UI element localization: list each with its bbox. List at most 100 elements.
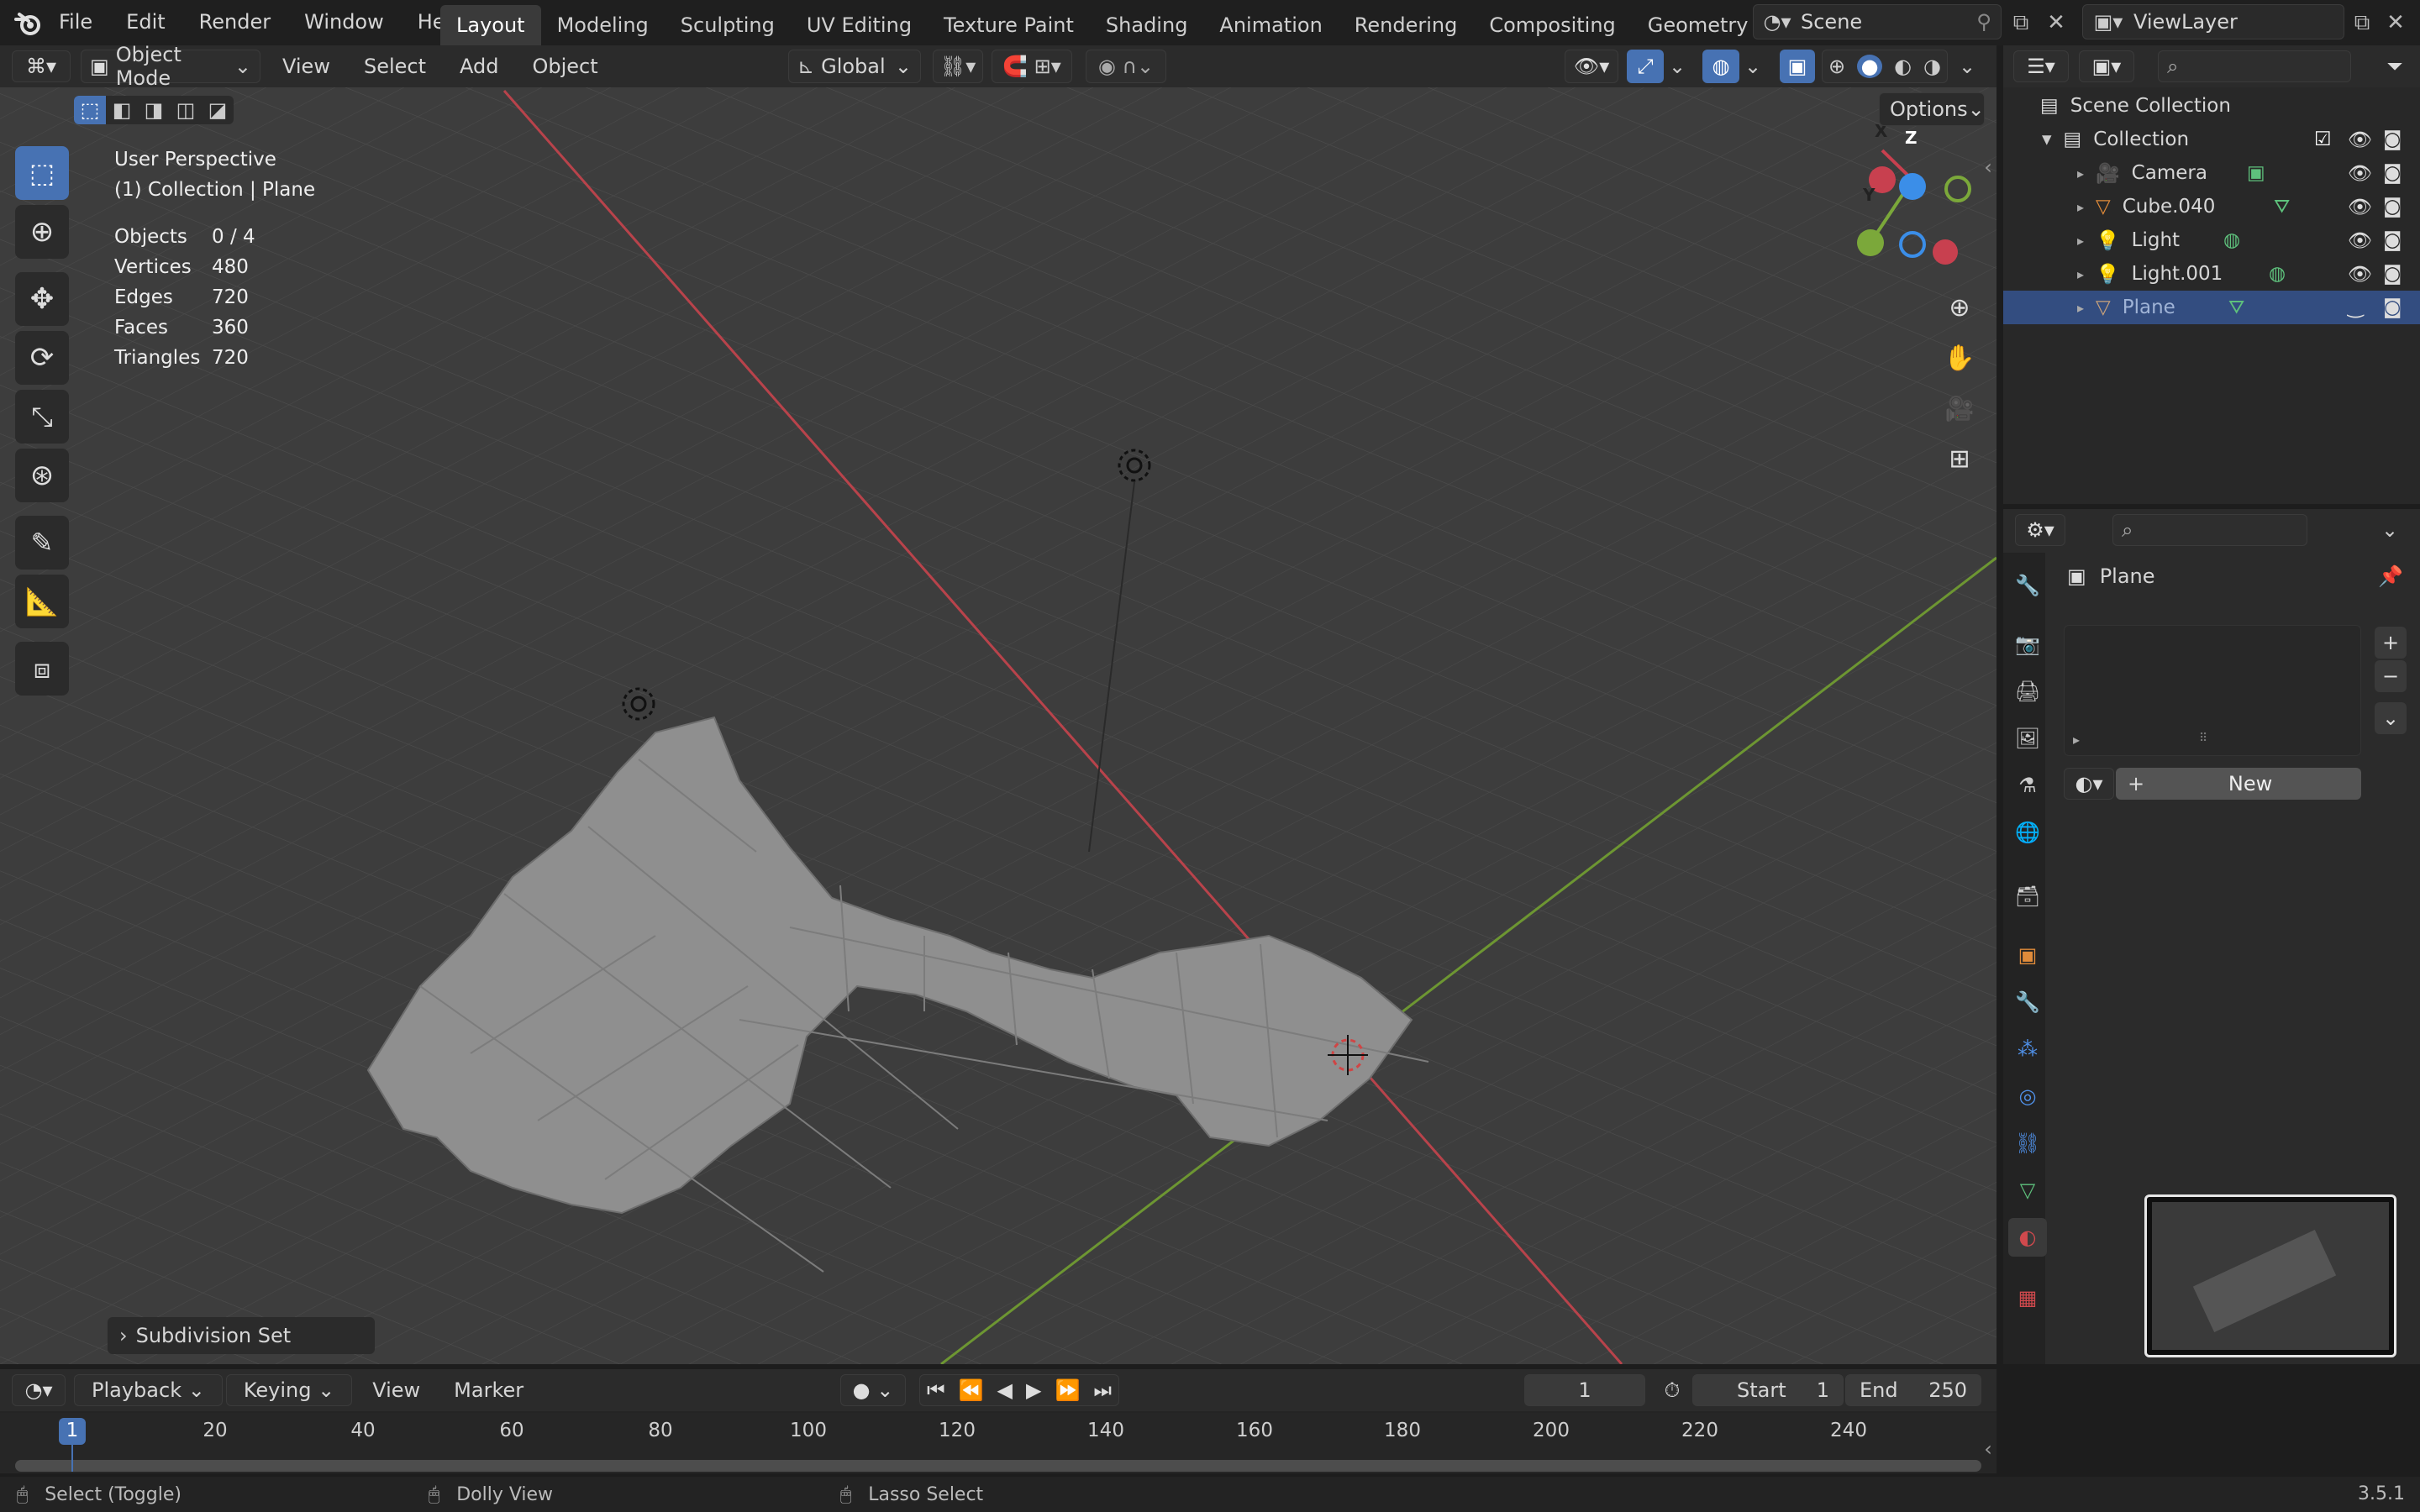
material-slots-list[interactable]: ▸ ⠿	[2064, 625, 2361, 756]
particles-tab-icon[interactable]: ⁂	[2008, 1030, 2047, 1068]
transform-tool[interactable]: ⊛	[15, 449, 69, 502]
menu-file[interactable]: File	[42, 3, 109, 40]
playback-dropdown[interactable]: Playback ⌄	[74, 1374, 223, 1406]
tab-uv-editing[interactable]: UV Editing	[791, 5, 928, 45]
tool-tab-icon[interactable]: 🔧	[2008, 566, 2047, 605]
timeline-menu-view[interactable]: View	[355, 1374, 437, 1406]
menu-window[interactable]: Window	[287, 3, 401, 40]
filter-icon[interactable]: ⏷	[2378, 50, 2412, 82]
properties-search-input[interactable]: ⌕	[2112, 514, 2307, 546]
menu-edit[interactable]: Edit	[109, 3, 182, 40]
outliner-item-camera[interactable]: ▸ 🎥 Camera ▣ 👁 ◙	[2003, 156, 2420, 190]
options-dropdown[interactable]: Options ⌄	[1879, 92, 1985, 126]
menu-render[interactable]: Render	[182, 3, 287, 40]
select-extend-icon[interactable]: ◧	[106, 96, 138, 124]
select-intersect-icon[interactable]: ◪	[202, 96, 234, 124]
outliner-item-plane[interactable]: ▸ ▽ Plane ⛛ ‿ ◙	[2003, 291, 2420, 324]
viewport-menu-add[interactable]: Add	[443, 50, 515, 82]
expand-arrow-icon[interactable]: ▸	[2077, 266, 2084, 282]
view-layer-tab-icon[interactable]: 🖼	[2008, 719, 2047, 758]
browse-material-icon[interactable]: ◐▾	[2064, 768, 2114, 800]
light-data-icon[interactable]: ◍	[2223, 229, 2240, 251]
camera-view-icon[interactable]: 🎥	[1941, 390, 1978, 427]
keying-dropdown[interactable]: Keying ⌄	[225, 1374, 353, 1406]
tab-sculpting[interactable]: Sculpting	[665, 5, 791, 45]
delete-view-layer-icon[interactable]: ✕	[2380, 7, 2412, 39]
select-invert-icon[interactable]: ◫	[170, 96, 202, 124]
viewport-menu-object[interactable]: Object	[515, 50, 614, 82]
auto-keying-icon[interactable]: ● ⌄	[840, 1374, 906, 1406]
remove-slot-icon[interactable]: −	[2375, 660, 2407, 692]
timeline-scrollbar[interactable]	[15, 1460, 1981, 1472]
render-camera-icon[interactable]: ◙	[2383, 162, 2402, 184]
visibility-toggle-icon[interactable]: 👁▾	[1565, 50, 1618, 83]
data-tab-icon[interactable]: ▽	[2008, 1171, 2047, 1210]
texture-tab-icon[interactable]: ▦	[2008, 1278, 2047, 1317]
timeline-editor-type-icon[interactable]: ◔▾	[12, 1374, 66, 1406]
tab-texture-paint[interactable]: Texture Paint	[928, 5, 1090, 45]
expand-arrow-icon[interactable]: ▸	[2073, 732, 2080, 748]
eye-icon[interactable]: 👁	[2348, 162, 2372, 185]
play-reverse-icon[interactable]: ◀	[997, 1378, 1013, 1402]
display-mode-icon[interactable]: ▣▾	[2079, 50, 2134, 82]
select-subtract-icon[interactable]: ◨	[138, 96, 170, 124]
render-camera-icon[interactable]: ◙	[2383, 297, 2402, 318]
gizmo-z-icon[interactable]	[1899, 173, 1926, 200]
viewport-menu-select[interactable]: Select	[347, 50, 443, 82]
shading-dropdown-icon[interactable]: ⌄	[1954, 50, 1980, 83]
render-camera-icon[interactable]: ◙	[2383, 229, 2402, 251]
gizmo-dropdown-icon[interactable]: ⌄	[1665, 50, 1689, 83]
snap-toggle-icon[interactable]: 🧲 ⊞▾	[992, 50, 1072, 83]
slot-specials-icon[interactable]: ⌄	[2375, 702, 2407, 734]
play-icon[interactable]: ▶	[1026, 1378, 1041, 1402]
prev-keyframe-icon[interactable]: ⏪	[959, 1378, 984, 1402]
start-frame-field[interactable]: Start 1	[1692, 1374, 1844, 1406]
object-tab-icon[interactable]: ▣	[2008, 936, 2047, 974]
scene-selector[interactable]: ◔▾ Scene ⚲	[1753, 4, 2002, 39]
material-tab-icon[interactable]: ◐	[2008, 1218, 2047, 1257]
physics-tab-icon[interactable]: ◎	[2008, 1077, 2047, 1116]
mesh-data-icon[interactable]: ⛛	[2274, 196, 2290, 218]
xray-toggle-icon[interactable]: ▣	[1780, 50, 1815, 83]
pivot-point-button[interactable]: ⛓▾	[933, 50, 983, 83]
viewport-menu-view[interactable]: View	[266, 50, 347, 82]
next-keyframe-icon[interactable]: ⏩	[1055, 1378, 1080, 1402]
new-scene-icon[interactable]: ⧉	[2005, 7, 2037, 39]
rendered-shading-icon[interactable]: ◑	[1923, 55, 1941, 78]
expand-arrow-icon[interactable]: ▸	[2077, 165, 2084, 181]
tab-shading[interactable]: Shading	[1090, 5, 1204, 45]
cursor-tool[interactable]: ⊕	[15, 205, 69, 259]
sidebar-toggle-icon[interactable]: ‹	[1980, 155, 1996, 180]
output-tab-icon[interactable]: 🖨	[2008, 672, 2047, 711]
overlay-dropdown-icon[interactable]: ⌄	[1741, 50, 1765, 83]
properties-options-icon[interactable]: ⌄	[2373, 514, 2407, 546]
resize-handle-icon[interactable]: ⠿	[2199, 732, 2207, 745]
proportional-edit-icon[interactable]: ◉ ∩⌄	[1086, 50, 1166, 83]
properties-editor-type-icon[interactable]: ⚙▾	[2015, 514, 2065, 546]
gizmo-toggle-icon[interactable]: ⤢	[1627, 50, 1664, 83]
ortho-grid-icon[interactable]: ⊞	[1941, 440, 1978, 477]
overlay-toggle-icon[interactable]: ◍	[1702, 50, 1739, 83]
scale-tool[interactable]: ⤡	[15, 390, 69, 444]
annotate-tool[interactable]: ✎	[15, 516, 69, 570]
modifier-tab-icon[interactable]: 🔧	[2008, 983, 2047, 1021]
eye-icon[interactable]: 👁	[2348, 129, 2372, 151]
outliner-item-cube-040[interactable]: ▸ ▽ Cube.040 ⛛ 👁 ◙	[2003, 190, 2420, 223]
zoom-icon[interactable]: ⊕	[1941, 289, 1978, 326]
render-camera-icon[interactable]: ◙	[2383, 196, 2402, 218]
outliner-scene-collection[interactable]: ▤ Scene Collection	[2003, 89, 2420, 123]
outliner-item-light[interactable]: ▸ 💡 Light ◍ 👁 ◙	[2003, 223, 2420, 257]
outliner-editor-type-icon[interactable]: ☰▾	[2013, 50, 2069, 82]
delete-scene-icon[interactable]: ✕	[2040, 7, 2072, 39]
view-layer-selector[interactable]: ▣▾ ViewLayer	[2082, 4, 2344, 39]
transform-orientation-dropdown[interactable]: ⊾ Global ⌄	[788, 50, 921, 83]
stopwatch-icon[interactable]: ⏱	[1655, 1374, 1689, 1406]
pin-icon[interactable]: ⚲	[1967, 10, 2001, 34]
world-tab-icon[interactable]: 🌐	[2008, 813, 2047, 852]
current-frame-field[interactable]: 1	[1524, 1374, 1645, 1406]
pan-hand-icon[interactable]: ✋	[1941, 339, 1978, 376]
light-data-icon[interactable]: ◍	[2269, 263, 2286, 285]
new-view-layer-icon[interactable]: ⧉	[2346, 7, 2378, 39]
add-slot-icon[interactable]: +	[2375, 627, 2407, 659]
mesh-data-icon[interactable]: ⛛	[2228, 297, 2244, 318]
